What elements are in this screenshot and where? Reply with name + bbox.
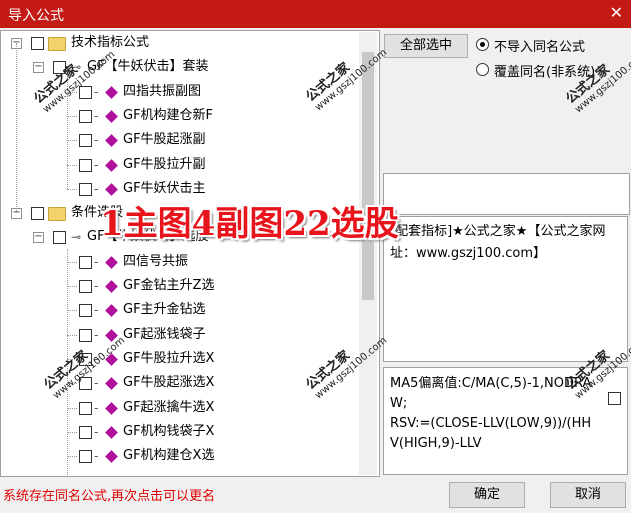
tree-checkbox[interactable]: [31, 207, 44, 221]
tree-item[interactable]: - GF机构建仓X选: [1, 446, 357, 466]
promo-banner: 1主图4副图22选股: [100, 204, 399, 244]
radio-no-import-label: 不导入同名公式: [494, 40, 586, 55]
connector-icon: -: [94, 84, 99, 99]
connector-icon: -: [94, 400, 99, 415]
info-box: [383, 173, 630, 215]
tree-checkbox[interactable]: [79, 450, 92, 464]
tree-item-label: GF起涨钱袋子: [123, 326, 206, 342]
tree-item[interactable]: - GF起涨钱袋子: [1, 325, 357, 345]
tree-checkbox[interactable]: [79, 425, 92, 439]
formula-icon: [105, 280, 118, 293]
code-preview-text: MA5偏离值:C/MA(C,5)-1,NODRAW; RSV:=(CLOSE-L…: [390, 376, 592, 451]
formula-icon: [105, 255, 118, 269]
tree-checkbox[interactable]: [79, 304, 92, 318]
connector-icon: -: [94, 449, 99, 464]
tree-folder[interactable]: − 技术指标公式: [1, 33, 357, 53]
connector-icon: -: [94, 157, 99, 172]
collapse-icon[interactable]: −: [33, 232, 44, 244]
tree-item-label: GF牛股拉升选X: [123, 350, 215, 366]
formula-icon: [105, 158, 118, 172]
window-title: 导入公式: [8, 8, 64, 24]
radio-overwrite[interactable]: [476, 63, 489, 76]
tree-checkbox[interactable]: [79, 401, 92, 415]
select-all-button[interactable]: 全部选中: [384, 34, 468, 58]
tree-item-label: GF牛股起涨选X: [123, 375, 215, 391]
tree-item[interactable]: - GF主升金钻选: [1, 300, 357, 320]
ok-button[interactable]: 确定: [449, 482, 525, 508]
tree-item-label: 四指共振副图: [123, 83, 202, 99]
tree-checkbox[interactable]: [79, 255, 92, 269]
connector-icon: -: [94, 133, 99, 148]
tree-checkbox[interactable]: [79, 134, 92, 148]
formula-icon: [105, 425, 118, 439]
tree-item[interactable]: - GF机构钱袋子X: [1, 422, 357, 442]
tree-checkbox[interactable]: [79, 158, 92, 172]
connector-icon: -: [94, 181, 99, 196]
tree-item-label: GF机构建仓新F: [123, 107, 214, 123]
tree-item-label: GF牛股起涨副: [123, 132, 206, 148]
key-icon: ⊸: [71, 230, 82, 245]
tree-scrollbar[interactable]: [359, 32, 377, 475]
tree-item-label: GF金钻主升Z选: [123, 278, 215, 293]
formula-icon: [105, 450, 118, 463]
tree-item-label: GF牛股拉升副: [123, 156, 206, 172]
tree-item[interactable]: - GF牛股拉升副: [1, 155, 357, 175]
tree-item-label: 四信号共振: [123, 253, 189, 269]
tree-checkbox[interactable]: [79, 182, 92, 196]
connector-icon: -: [94, 303, 99, 318]
formula-icon: [105, 401, 118, 415]
tree-checkbox[interactable]: [79, 280, 92, 293]
description-text: [配套指标]★公式之家★【公式之家网址：www.gszj100.com】: [390, 224, 606, 261]
connector-icon: -: [94, 108, 99, 123]
preview-checkbox[interactable]: [608, 392, 621, 405]
status-message: 系统存在同名公式,再次点击可以更名: [3, 489, 216, 504]
folder-icon: [48, 37, 66, 51]
formula-icon: [105, 134, 118, 148]
tree-checkbox[interactable]: [79, 109, 92, 123]
tree-item[interactable]: - 四信号共振: [1, 252, 357, 272]
title-bar: 导入公式 ✕: [0, 0, 631, 28]
folder-icon: [48, 207, 66, 222]
formula-icon: [105, 304, 118, 318]
collapse-icon[interactable]: −: [33, 62, 44, 74]
tree-item[interactable]: - GF起涨擒牛选X: [1, 398, 357, 418]
connector-icon: -: [94, 254, 99, 269]
close-icon[interactable]: ✕: [610, 3, 623, 22]
connector-icon: -: [94, 279, 99, 293]
tree-item-label: GF起涨擒牛选X: [123, 399, 215, 415]
tree-item-label: GF机构建仓X选: [123, 448, 215, 464]
scrollbar-thumb[interactable]: [362, 52, 374, 300]
tree-item[interactable]: - GF金钻主升Z选: [1, 276, 357, 296]
tree-item-label: GF机构钱袋子X: [123, 423, 215, 439]
tree-item-label: GF主升金钻选: [123, 302, 206, 318]
tree-item[interactable]: - GF牛股起涨副: [1, 130, 357, 150]
formula-icon: [105, 85, 118, 99]
formula-icon: [105, 182, 118, 196]
connector-icon: -: [94, 376, 99, 391]
cancel-button[interactable]: 取消: [550, 482, 626, 508]
formula-icon: [105, 377, 118, 391]
tree-checkbox[interactable]: [53, 231, 66, 245]
formula-icon: [105, 110, 118, 123]
description-box[interactable]: [配套指标]★公式之家★【公式之家网址：www.gszj100.com】: [383, 216, 628, 362]
tree-checkbox[interactable]: [31, 37, 44, 50]
connector-icon: -: [94, 424, 99, 439]
radio-no-import[interactable]: [476, 38, 489, 51]
